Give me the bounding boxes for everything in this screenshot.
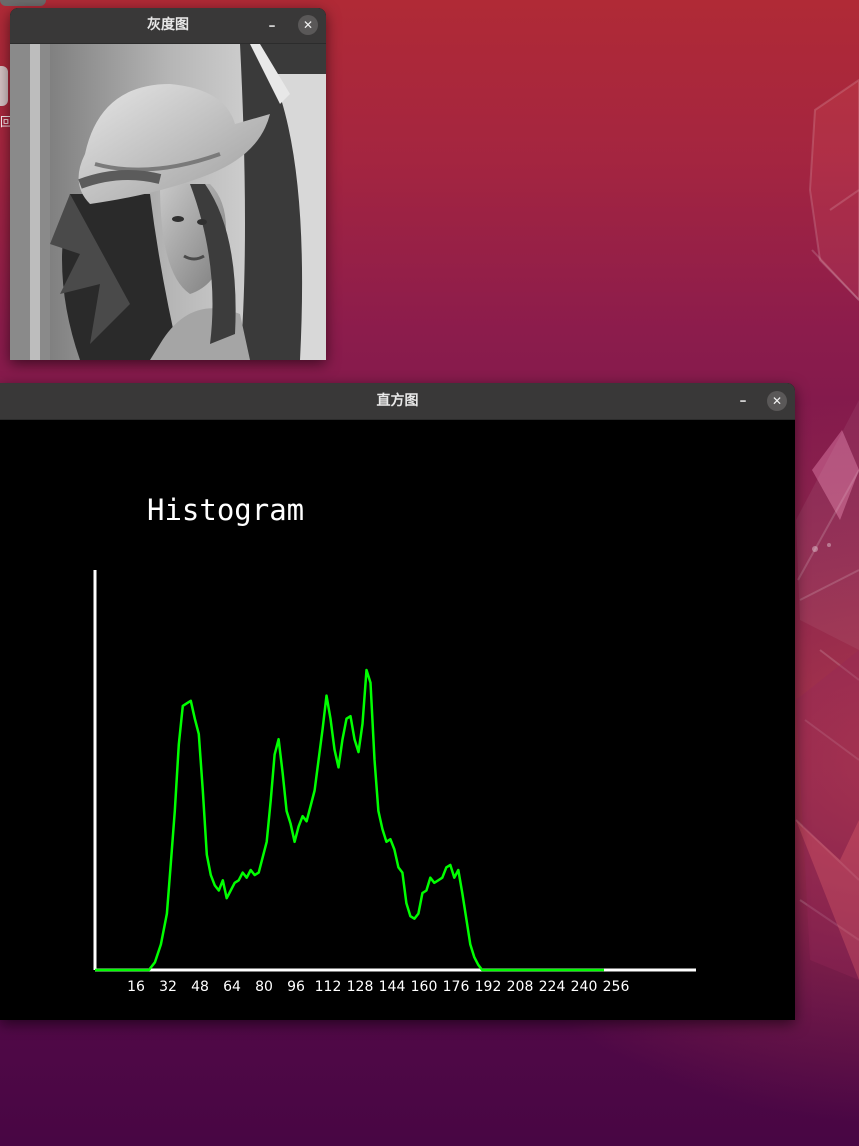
x-tick-label: 48 [191, 979, 209, 995]
x-tick-label: 80 [255, 979, 273, 995]
x-tick-label: 16 [127, 979, 145, 995]
x-tick-label: 224 [539, 979, 566, 995]
histogram-canvas: Histogram 16 32 48 64 80 96 112 128 144 160 176 192… [0, 420, 795, 1020]
minimize-button[interactable]: – [733, 391, 753, 411]
grayscale-window[interactable]: 灰度图 – ✕ [10, 8, 326, 360]
histogram-window-titlebar[interactable]: 直方图 – ✕ [0, 383, 795, 420]
x-tick-label: 64 [223, 979, 241, 995]
x-tick-label: 96 [287, 979, 305, 995]
x-tick-label: 208 [507, 979, 534, 995]
grayscale-portrait-image [10, 44, 326, 360]
x-tick-label: 192 [475, 979, 502, 995]
histogram-window[interactable]: 直方图 – ✕ Histogram 16 32 48 64 80 96 112 128 144 1… [0, 383, 795, 1020]
x-tick-label: 144 [379, 979, 406, 995]
x-tick-label: 32 [159, 979, 177, 995]
x-tick-label: 240 [571, 979, 598, 995]
x-tick-labels: 16 32 48 64 80 96 112 128 144 160 176 192 208 224 240 2… [127, 979, 629, 995]
grayscale-window-titlebar[interactable]: 灰度图 – ✕ [10, 8, 326, 44]
minimize-button[interactable]: – [262, 16, 282, 36]
x-tick-label: 112 [315, 979, 342, 995]
histogram-series-line [95, 668, 604, 972]
desktop-icon[interactable] [0, 66, 8, 106]
window-title: 直方图 [376, 393, 419, 409]
x-tick-label: 128 [347, 979, 374, 995]
x-tick-label: 176 [443, 979, 470, 995]
desktop-dock-edge [0, 0, 46, 6]
x-tick-label: 160 [411, 979, 438, 995]
x-tick-label: 256 [603, 979, 630, 995]
close-button[interactable]: ✕ [767, 391, 787, 411]
histogram-chart: Histogram 16 32 48 64 80 96 112 128 144 160 176 192… [93, 493, 696, 995]
chart-title: Histogram [147, 493, 304, 527]
ubuntu-wallpaper-fills [796, 80, 859, 980]
close-button[interactable]: ✕ [298, 15, 318, 35]
